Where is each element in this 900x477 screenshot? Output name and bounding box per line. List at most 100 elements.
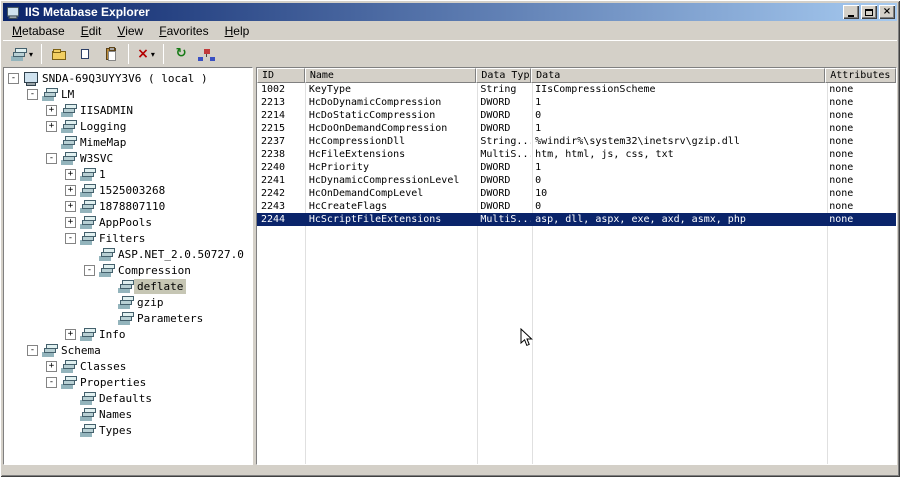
- column-header-id[interactable]: ID: [257, 68, 305, 83]
- tree-item-deflate[interactable]: deflate: [4, 278, 252, 294]
- tree-item-label: 1: [99, 167, 106, 181]
- tree-toggle[interactable]: -: [46, 376, 57, 388]
- tree-item-site1[interactable]: + 1: [4, 166, 252, 182]
- cell-name: HcCompressionDll: [308, 136, 406, 147]
- cell-attributes: none: [829, 214, 854, 225]
- tree-item-compression[interactable]: - Compression: [4, 262, 252, 278]
- tree-toggle[interactable]: +: [46, 360, 57, 372]
- tree-item-label: 1525003268: [99, 183, 166, 197]
- tree-item-w3svc[interactable]: - W3SVC: [4, 150, 252, 166]
- tree-item-schema[interactable]: - Schema: [4, 342, 252, 358]
- tree-item-label: LM: [61, 87, 75, 101]
- tree-toggle[interactable]: -: [65, 232, 76, 244]
- table-row[interactable]: 2213 HcDoDynamicCompression DWORD 1 none: [257, 96, 896, 109]
- cell-id: 2215: [261, 123, 286, 134]
- tree-toggle[interactable]: +: [65, 328, 76, 340]
- tree-item-names[interactable]: Names: [4, 406, 252, 422]
- close-button[interactable]: ×: [879, 5, 895, 19]
- open-button[interactable]: [46, 42, 72, 66]
- table-row[interactable]: 1002 KeyType String IIsCompressionScheme…: [257, 83, 896, 96]
- delete-button[interactable]: × ▾: [133, 42, 159, 66]
- cell-attributes: none: [829, 175, 854, 186]
- cell-id: 2244: [261, 214, 286, 225]
- tree-item-defaults[interactable]: Defaults: [4, 390, 252, 406]
- tree-item-apppools[interactable]: + AppPools: [4, 214, 252, 230]
- tree-toggle[interactable]: +: [46, 104, 57, 116]
- new-key-button[interactable]: ▾: [7, 42, 37, 66]
- tree-item-filters[interactable]: - Filters: [4, 230, 252, 246]
- cell-id: 1002: [261, 84, 286, 95]
- tree-item-logging[interactable]: + Logging: [4, 118, 252, 134]
- window-title: IIS Metabase Explorer: [25, 5, 150, 19]
- tree-item-iisadmin[interactable]: + IISADMIN: [4, 102, 252, 118]
- connections-button[interactable]: [194, 42, 220, 66]
- properties-panel: ID Name Data Type Data Attributes 1002 K…: [256, 67, 897, 465]
- minimize-button[interactable]: [843, 5, 859, 19]
- menu-view[interactable]: View: [109, 22, 151, 40]
- table-row[interactable]: 2238 HcFileExtensions MultiS... htm, htm…: [257, 148, 896, 161]
- cell-attributes: none: [829, 110, 854, 121]
- paste-button[interactable]: [98, 42, 124, 66]
- minimize-icon: [848, 14, 854, 17]
- column-header-attributes[interactable]: Attributes: [825, 68, 896, 83]
- table-row-selected[interactable]: 2244 HcScriptFileExtensions MultiS... as…: [257, 213, 896, 226]
- tree-item-label: Compression: [118, 263, 191, 277]
- tree-toggle[interactable]: -: [84, 264, 95, 276]
- menu-edit[interactable]: Edit: [73, 22, 110, 40]
- tree-toggle[interactable]: +: [65, 168, 76, 180]
- cell-id: 2242: [261, 188, 286, 199]
- tree-toggle[interactable]: -: [27, 88, 38, 100]
- tree-item-site-1878807110[interactable]: + 1878807110: [4, 198, 252, 214]
- cell-name: HcDynamicCompressionLevel: [308, 175, 460, 186]
- copy-button[interactable]: [72, 42, 98, 66]
- tree-item-parameters[interactable]: Parameters: [4, 310, 252, 326]
- cell-id: 2238: [261, 149, 286, 160]
- table-row[interactable]: 2215 HcDoOnDemandCompression DWORD 1 non…: [257, 122, 896, 135]
- cell-id: 2237: [261, 136, 286, 147]
- tree-toggle[interactable]: +: [65, 200, 76, 212]
- tree-item-site-1525003268[interactable]: + 1525003268: [4, 182, 252, 198]
- table-row[interactable]: 2237 HcCompressionDll String... %windir%…: [257, 135, 896, 148]
- column-header-datatype[interactable]: Data Type: [476, 68, 532, 83]
- table-row[interactable]: 2214 HcDoStaticCompression DWORD 0 none: [257, 109, 896, 122]
- menu-metabase[interactable]: Metabase: [4, 22, 73, 40]
- tree-toggle[interactable]: +: [65, 184, 76, 196]
- tree-toggle[interactable]: -: [27, 344, 38, 356]
- tree-item-label: Logging: [80, 119, 127, 133]
- table-row[interactable]: 2240 HcPriority DWORD 1 none: [257, 161, 896, 174]
- column-header-data[interactable]: Data: [531, 68, 826, 83]
- key-icon: [99, 247, 115, 261]
- key-icon: [118, 295, 134, 309]
- computer-icon: [23, 71, 39, 86]
- menu-help[interactable]: Help: [217, 22, 258, 40]
- key-icon: [80, 423, 96, 437]
- tree-toggle[interactable]: -: [8, 72, 19, 84]
- table-row[interactable]: 2243 HcCreateFlags DWORD 0 none: [257, 200, 896, 213]
- tree-item-types[interactable]: Types: [4, 422, 252, 438]
- tree-item-mimemap[interactable]: MimeMap: [4, 134, 252, 150]
- column-header-name[interactable]: Name: [304, 68, 477, 83]
- app-window: IIS Metabase Explorer × Metabase Edit Vi…: [0, 0, 900, 477]
- table-header: ID Name Data Type Data Attributes: [257, 68, 896, 83]
- cell-name: HcDoStaticCompression: [308, 110, 436, 121]
- tree-toggle[interactable]: +: [65, 216, 76, 228]
- table-row[interactable]: 2241 HcDynamicCompressionLevel DWORD 0 n…: [257, 174, 896, 187]
- tree-item-info[interactable]: + Info: [4, 326, 252, 342]
- refresh-button[interactable]: ↻: [168, 42, 194, 66]
- tree-item-properties[interactable]: - Properties: [4, 374, 252, 390]
- tree-toggle[interactable]: +: [46, 120, 57, 132]
- menu-favorites[interactable]: Favorites: [151, 22, 216, 40]
- table-row[interactable]: 2242 HcOnDemandCompLevel DWORD 10 none: [257, 187, 896, 200]
- maximize-button[interactable]: [861, 5, 877, 19]
- tree-item-aspnet[interactable]: ASP.NET_2.0.50727.0: [4, 246, 252, 262]
- cell-data: 1: [535, 162, 542, 173]
- tree-item-server[interactable]: - SNDA-69Q3UYY3V6 ( local ): [4, 70, 252, 86]
- chevron-down-icon: ▾: [150, 49, 155, 59]
- tree-item-gzip[interactable]: gzip: [4, 294, 252, 310]
- tree-item-classes[interactable]: + Classes: [4, 358, 252, 374]
- cell-attributes: none: [829, 123, 854, 134]
- cell-datatype: MultiS...: [480, 214, 532, 225]
- tree-item-label: Filters: [99, 231, 146, 245]
- tree-item-lm[interactable]: - LM: [4, 86, 252, 102]
- tree-toggle[interactable]: -: [46, 152, 57, 164]
